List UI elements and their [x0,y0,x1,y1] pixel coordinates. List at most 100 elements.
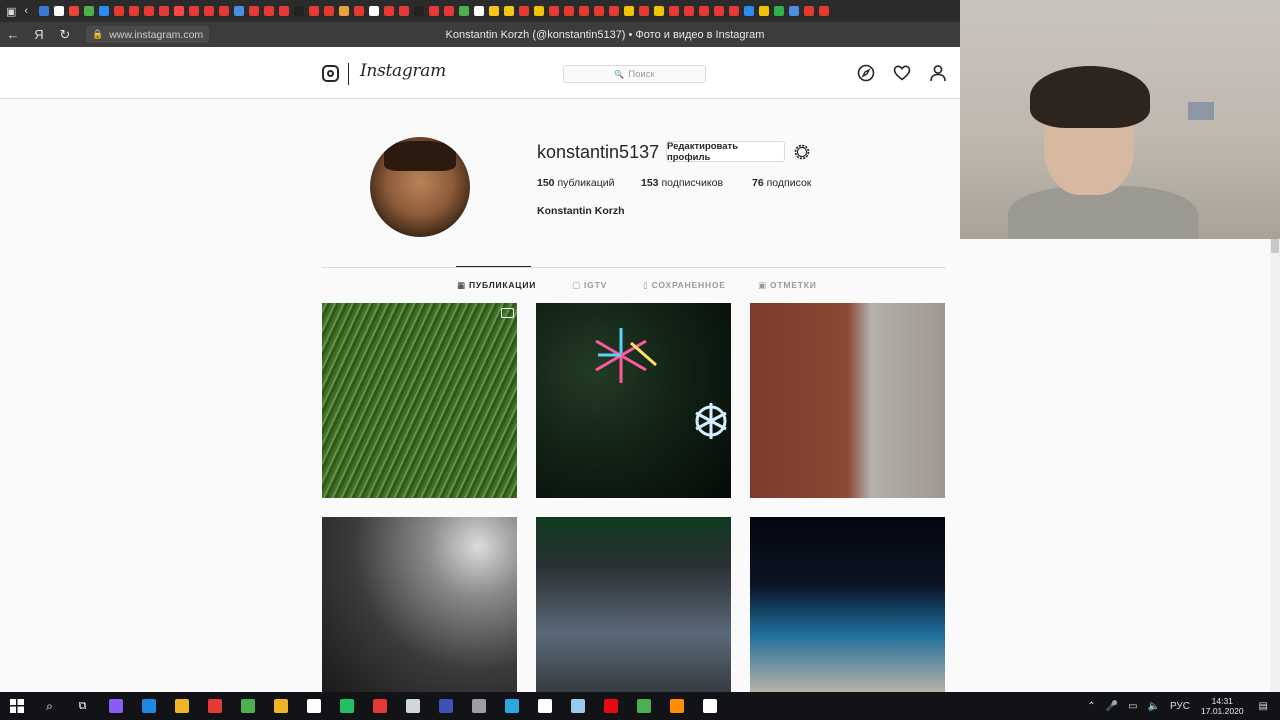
taskbar-app-button[interactable] [429,692,462,720]
tab-favicon-icon[interactable] [698,6,709,16]
explore-compass-icon[interactable] [857,64,875,82]
tab-favicon-icon[interactable] [383,6,394,16]
tab-favicon-icon[interactable] [158,6,169,16]
taskbar-search-button[interactable]: ⌕ [33,692,66,720]
taskbar-app-button[interactable] [396,692,429,720]
tab-favicon-icon[interactable] [803,6,814,16]
back-arrow-icon[interactable]: ← [0,27,26,42]
scrollbar-thumb[interactable] [1271,239,1279,253]
tab-favicon-icon[interactable] [413,6,424,16]
reload-icon[interactable]: ↻ [52,27,78,43]
tab-favicon-icon[interactable] [428,6,439,16]
tab-favicon-icon[interactable] [683,6,694,16]
instagram-camera-icon[interactable] [322,65,339,82]
activity-heart-icon[interactable] [893,64,911,82]
tab-favicon-icon[interactable] [128,6,139,16]
settings-gear-icon[interactable] [793,143,811,161]
tab-favicon-icon[interactable] [98,6,109,16]
tab-favicon-icon[interactable] [818,6,829,16]
tab-favicon-icon[interactable] [458,6,469,16]
tab-favicon-icon[interactable] [758,6,769,16]
tab-favicon-icon[interactable] [278,6,289,16]
page-scrollbar[interactable] [1270,239,1280,692]
tab-favicon-icon[interactable] [653,6,664,16]
taskbar-app-button[interactable] [627,692,660,720]
taskbar-app-button[interactable] [363,692,396,720]
tab-favicon-icon[interactable] [263,6,274,16]
network-icon[interactable]: ▭ [1128,701,1137,712]
tab-favicon-icon[interactable] [68,6,79,16]
tab-favicon-icon[interactable] [548,6,559,16]
tab-favicon-icon[interactable] [563,6,574,16]
tab-favicon-icon[interactable] [323,6,334,16]
taskbar-app-button[interactable] [528,692,561,720]
tab-favicon-icon[interactable] [218,6,229,16]
tab-favicon-icon[interactable] [338,6,349,16]
taskbar-app-button[interactable] [693,692,726,720]
tab-favicon-icon[interactable] [443,6,454,16]
taskbar-app-button[interactable] [594,692,627,720]
tab-favicon-icon[interactable] [473,6,484,16]
post-thumbnail[interactable] [322,517,517,692]
language-indicator[interactable]: РУС [1170,701,1190,712]
tab-favicon-icon[interactable] [353,6,364,16]
tab-favicon-icon[interactable] [773,6,784,16]
taskbar-app-button[interactable] [231,692,264,720]
tab-posts[interactable]: ▦ ПУБЛИКАЦИИ [457,280,536,291]
post-thumbnail[interactable] [536,517,731,692]
post-thumbnail[interactable] [750,303,945,498]
tab-favicon-icon[interactable] [203,6,214,16]
tab-favicon-icon[interactable] [143,6,154,16]
task-view-button[interactable]: ⧉ [66,692,99,720]
tab-favicon-icon[interactable] [578,6,589,16]
instagram-wordmark[interactable]: Instagram [360,61,446,81]
tab-favicon-icon[interactable] [638,6,649,16]
tab-favicon-icon[interactable] [488,6,499,16]
profile-avatar[interactable] [370,137,470,237]
taskbar-app-button[interactable] [132,692,165,720]
tab-favicon-icon[interactable] [368,6,379,16]
taskbar-clock[interactable]: 14:31 17.01.2020 [1201,696,1244,716]
taskbar-app-button[interactable] [99,692,132,720]
windows-start-button[interactable] [0,692,33,720]
tab-favicon-icon[interactable] [788,6,799,16]
taskbar-app-button[interactable] [264,692,297,720]
tab-favicon-icon[interactable] [113,6,124,16]
following-count-stat[interactable]: 76 подписок [752,177,811,189]
tab-favicon-icon[interactable] [233,6,244,16]
tab-favicon-icon[interactable] [743,6,754,16]
microphone-icon[interactable]: 🎤 [1106,701,1118,712]
tab-tagged[interactable]: ▣ ОТМЕТКИ [758,280,817,291]
post-thumbnail[interactable] [536,303,731,498]
speaker-icon[interactable]: 🔈 [1148,701,1160,712]
profile-user-icon[interactable] [929,64,947,82]
taskbar-app-button[interactable] [462,692,495,720]
tabs-back-icon[interactable]: ‹ [24,5,28,17]
url-field[interactable]: 🔒 www.instagram.com [86,26,210,43]
tab-favicon-icon[interactable] [668,6,679,16]
search-input[interactable]: 🔍 Поиск [563,65,706,83]
tab-favicon-icon[interactable] [608,6,619,16]
edit-profile-button[interactable]: Редактировать профиль [666,141,785,163]
tab-favicon-icon[interactable] [188,6,199,16]
notifications-icon[interactable]: ▤ [1259,701,1268,712]
tab-favicon-icon[interactable] [173,6,184,16]
taskbar-app-button[interactable] [165,692,198,720]
tabs-menu-icon[interactable]: ▣ [6,5,16,18]
tab-favicon-icon[interactable] [503,6,514,16]
tab-favicon-icon[interactable] [83,6,94,16]
tab-saved[interactable]: ▯ СОХРАНЕННОЕ [643,280,726,291]
post-thumbnail[interactable] [750,517,945,692]
chevron-up-icon[interactable]: ⌃ [1087,701,1095,712]
tab-favicon-icon[interactable] [293,6,304,16]
taskbar-app-button[interactable] [198,692,231,720]
tab-favicon-icon[interactable] [533,6,544,16]
tab-favicon-icon[interactable] [623,6,634,16]
tab-favicon-icon[interactable] [518,6,529,16]
taskbar-app-button[interactable] [660,692,693,720]
tab-favicon-icon[interactable] [593,6,604,16]
yandex-logo-icon[interactable]: Я [26,27,52,42]
post-thumbnail[interactable] [322,303,517,498]
tab-favicon-icon[interactable] [248,6,259,16]
tab-favicon-icon[interactable] [308,6,319,16]
